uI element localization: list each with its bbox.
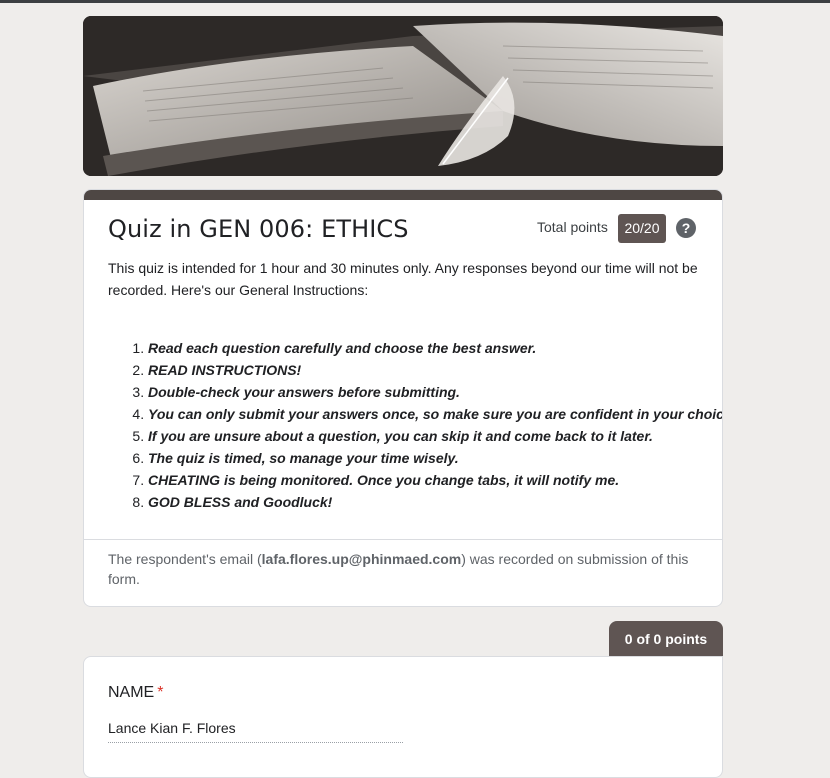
email-notice-prefix: The respondent's email ( — [108, 551, 262, 567]
list-item: Double-check your answers before submitt… — [148, 381, 722, 403]
email-recorded-notice: The respondent's email (lafa.flores.up@p… — [108, 549, 708, 589]
help-circle-icon[interactable]: ? — [676, 218, 696, 238]
open-book-feather-image — [83, 16, 723, 176]
total-points-label: Total points — [537, 219, 608, 235]
required-asterisk: * — [157, 684, 164, 701]
form-title-card: Quiz in GEN 006: ETHICS Total points 20/… — [83, 189, 723, 607]
list-item: READ INSTRUCTIONS! — [148, 359, 722, 381]
list-item: GOD BLESS and Goodluck! — [148, 491, 722, 513]
question-title: NAME * — [108, 684, 163, 702]
list-item: The quiz is timed, so manage your time w… — [148, 447, 722, 469]
card-divider — [84, 539, 722, 540]
browser-top-strip — [0, 0, 830, 3]
form-description: This quiz is intended for 1 hour and 30 … — [108, 260, 698, 298]
header-image-open-book — [83, 16, 723, 176]
total-points-badge: 20/20 — [618, 214, 666, 243]
form-title: Quiz in GEN 006: ETHICS — [108, 215, 409, 243]
respondent-email: lafa.flores.up@phinmaed.com — [261, 551, 462, 567]
name-answer-field[interactable]: Lance Kian F. Flores — [108, 720, 403, 743]
question-card-name: NAME * Lance Kian F. Flores — [83, 656, 723, 778]
section-score-badge: 0 of 0 points — [609, 621, 723, 657]
question-label: NAME — [108, 684, 155, 701]
list-item: Read each question carefully and choose … — [148, 337, 722, 359]
list-item: If you are unsure about a question, you … — [148, 425, 722, 447]
list-item: CHEATING is being monitored. Once you ch… — [148, 469, 722, 491]
instructions-list: Read each question carefully and choose … — [108, 337, 722, 513]
theme-accent-bar — [84, 190, 722, 200]
list-item: You can only submit your answers once, s… — [148, 403, 722, 425]
